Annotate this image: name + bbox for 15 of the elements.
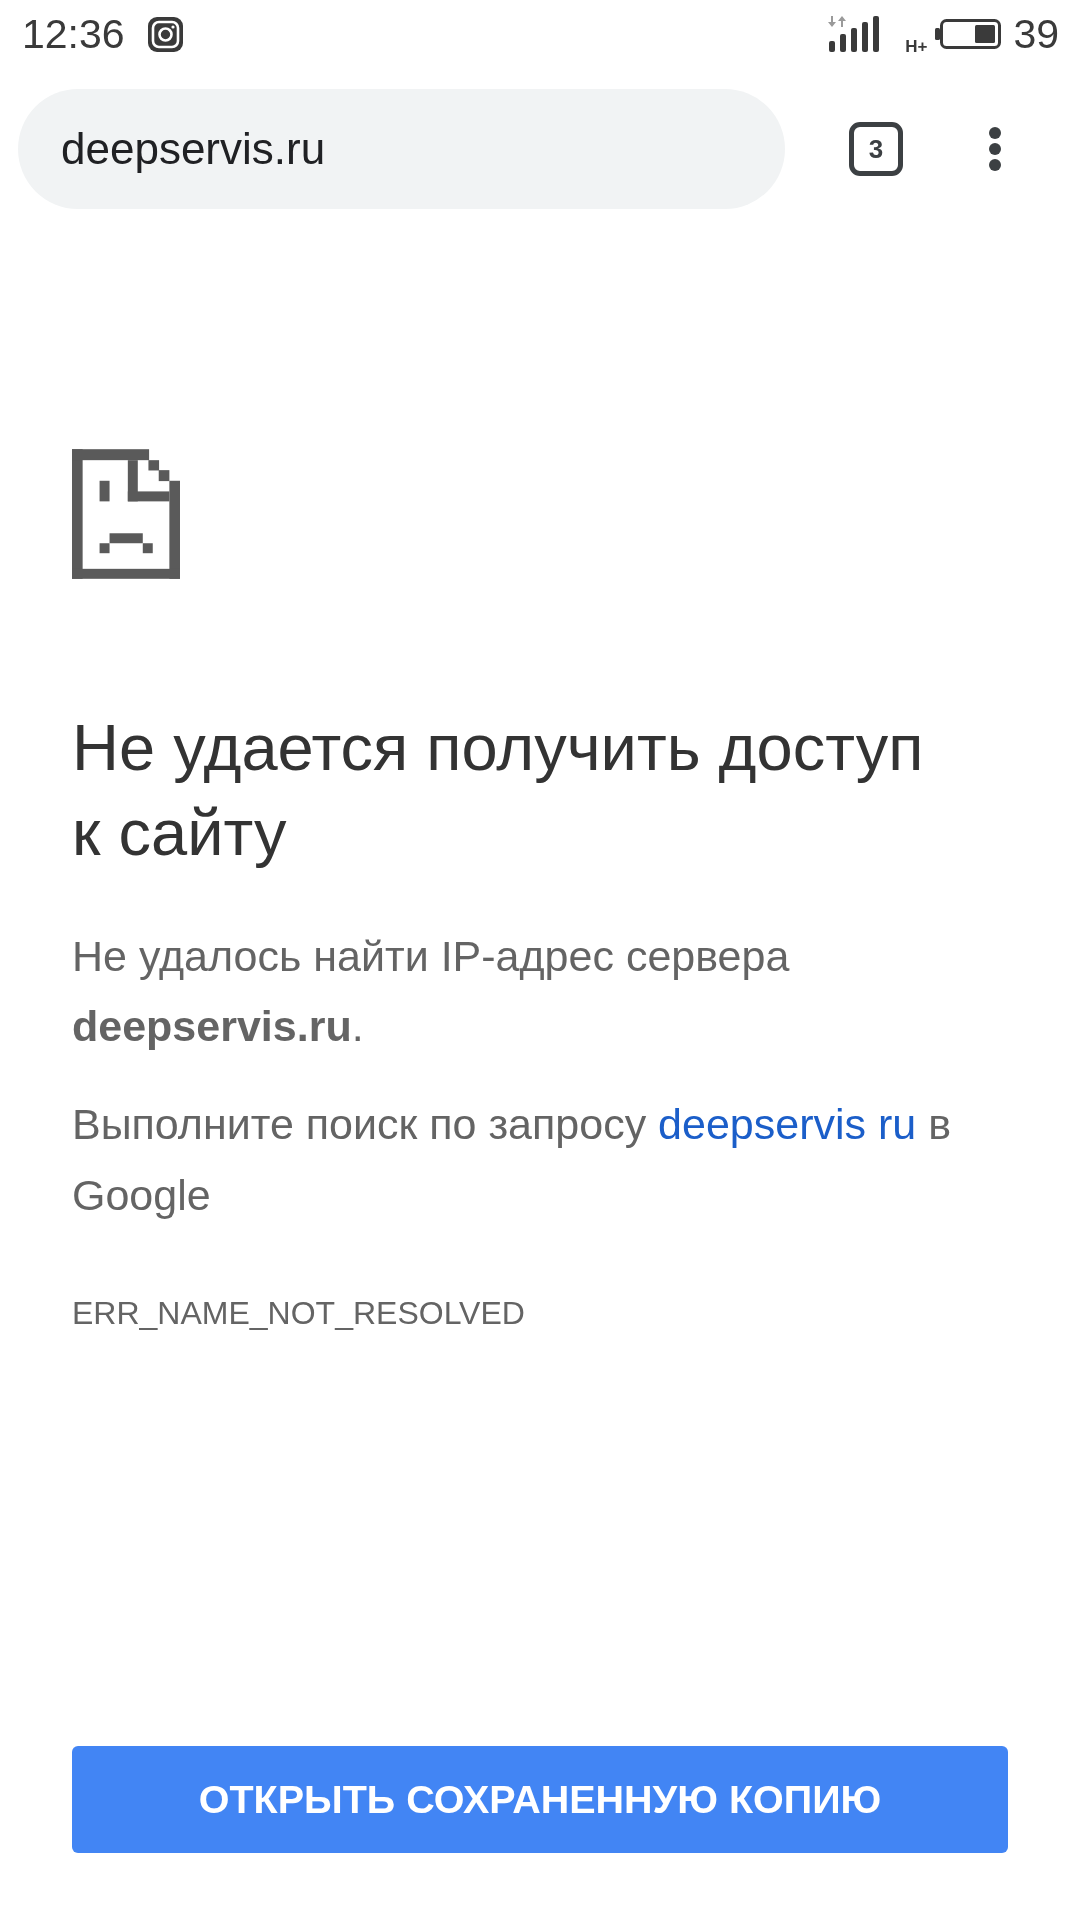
tab-switcher-button[interactable]: 3 [849, 122, 903, 176]
network-type-label: H+ [905, 38, 928, 55]
search-suggestion-text: Выполните поиск по запросу deepservis ru в Google [72, 1099, 953, 1221]
clock-time: 12:36 [22, 13, 125, 55]
battery-percent: 39 [1013, 13, 1059, 55]
error-message: Не удалось найти IP-адрес сервера deepservis.ru. [72, 931, 791, 1052]
more-menu-icon[interactable] [988, 126, 1002, 172]
error-heading: Не удается получить доступ к сайту [72, 710, 925, 871]
search-link[interactable]: deepservis ru [658, 1100, 917, 1148]
address-field[interactable]: deepservis.ru [18, 89, 785, 209]
open-saved-copy-button[interactable]: ОТКРЫТЬ СОХРАНЕННУЮ КОПИЮ [72, 1746, 1008, 1853]
error-code: ERR_NAME_NOT_RESOLVED [72, 1294, 526, 1333]
camera-icon [147, 16, 183, 52]
sad-page-icon [72, 449, 180, 579]
battery-icon [935, 19, 1002, 49]
